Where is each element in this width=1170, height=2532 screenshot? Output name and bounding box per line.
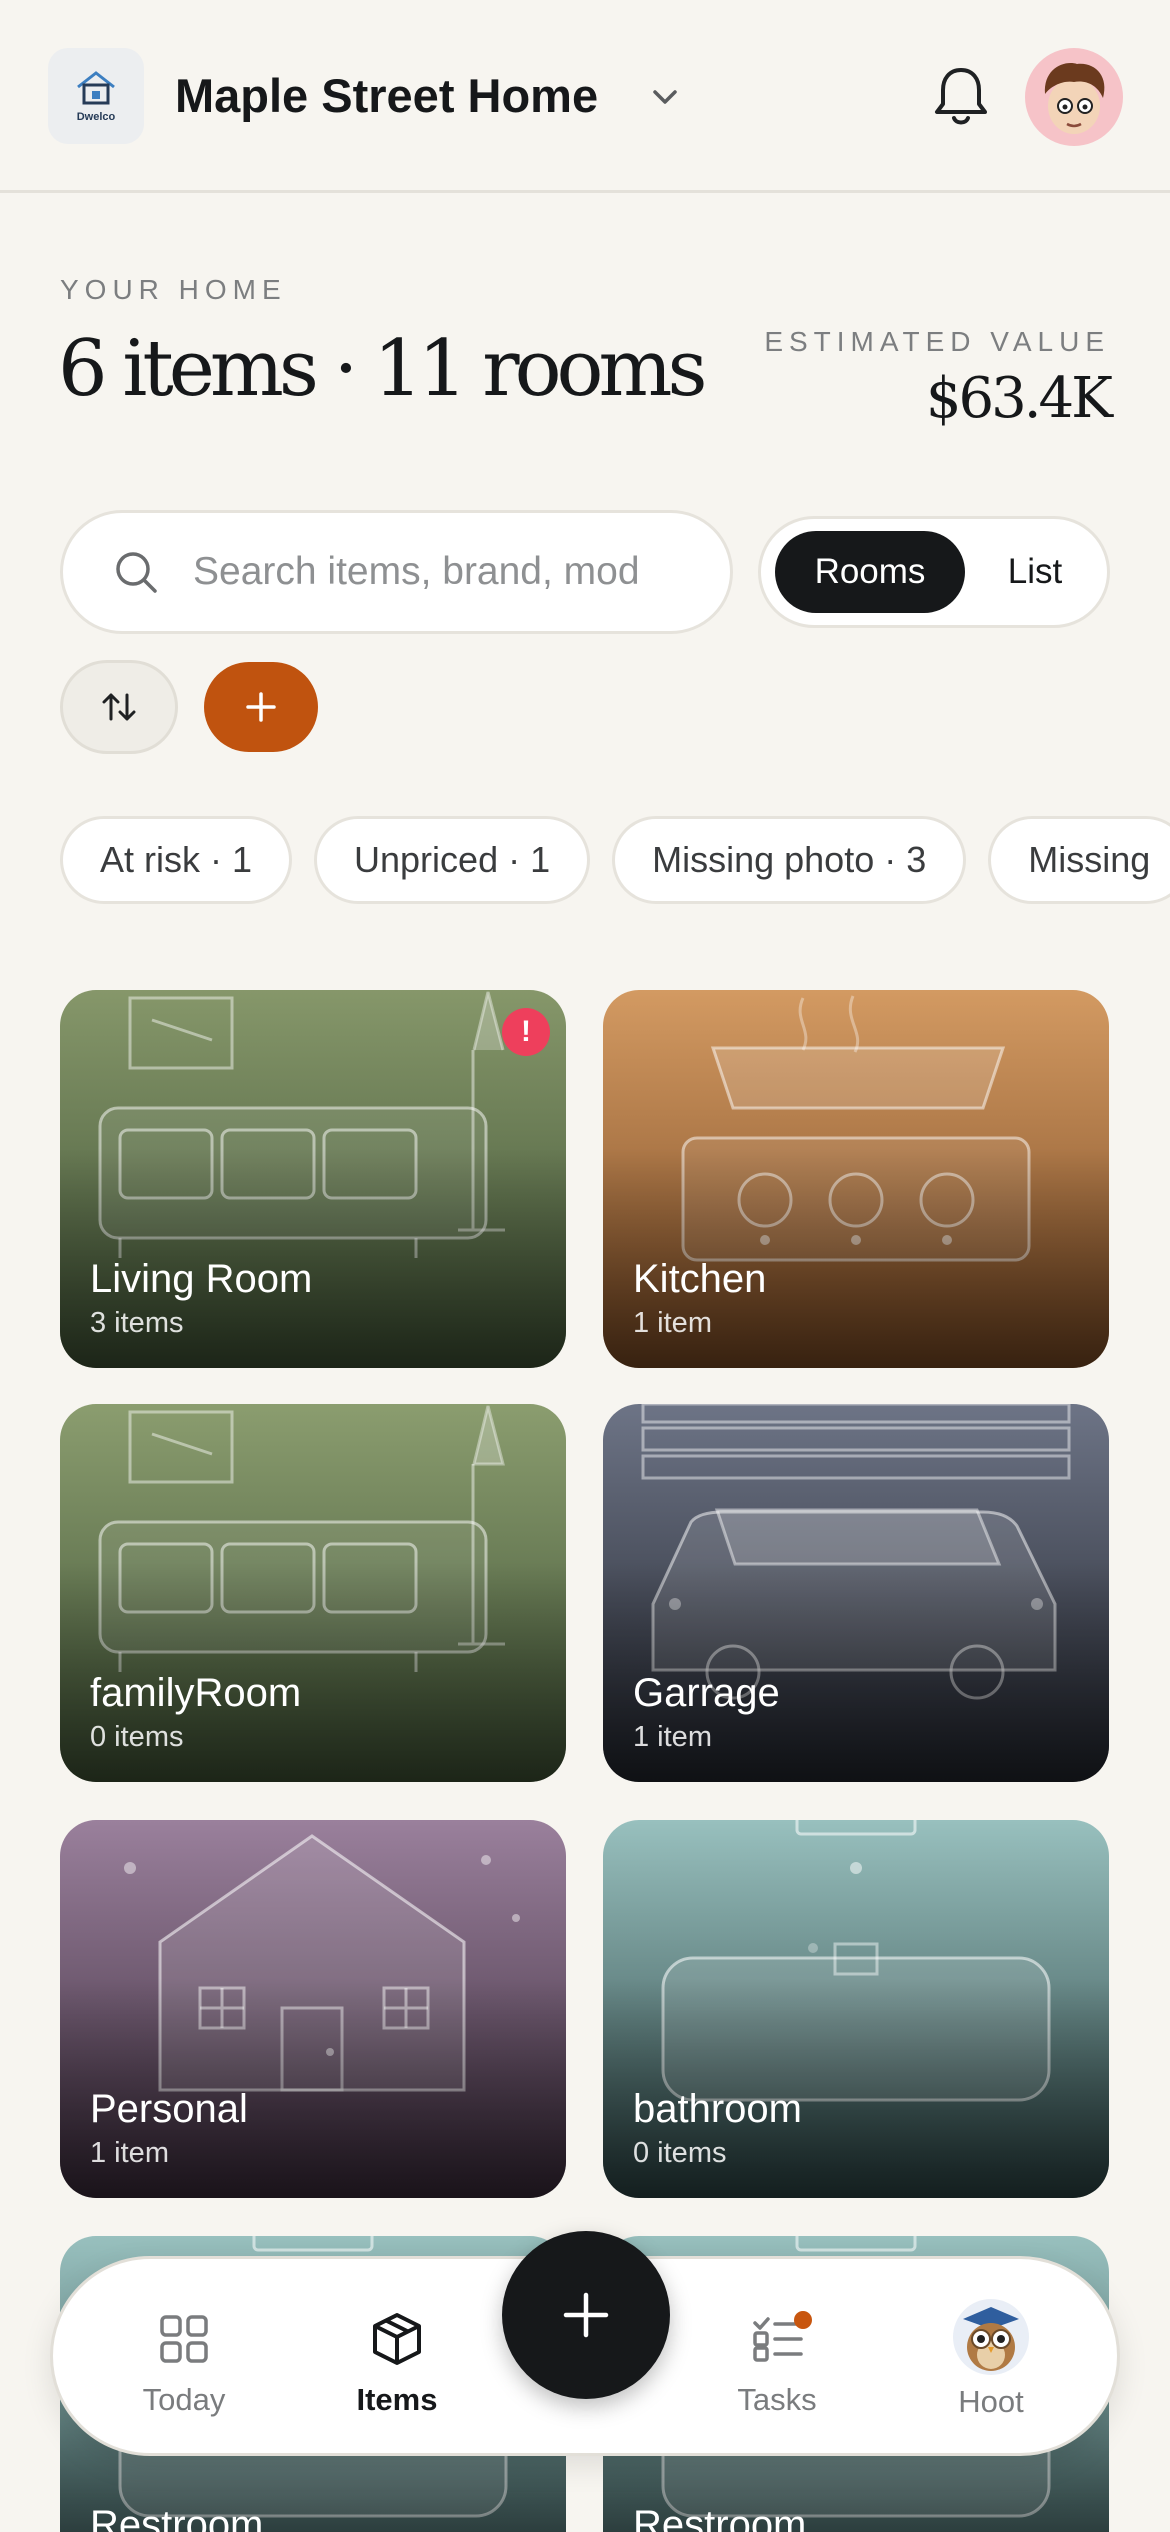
chip-missing[interactable]: Missing xyxy=(988,816,1170,904)
tasks-notification-dot xyxy=(794,2311,812,2329)
room-name: Kitchen xyxy=(633,1257,767,1301)
search-icon xyxy=(116,552,157,593)
room-item-count: 1 item xyxy=(633,1721,712,1753)
chevron-down-icon[interactable] xyxy=(648,80,682,114)
room-card-garrage[interactable]: Garrage 1 item xyxy=(603,1404,1109,1782)
room-name: Restroom xyxy=(633,2503,807,2532)
tab-items[interactable]: Items xyxy=(322,2311,472,2418)
tab-label: Hoot xyxy=(958,2384,1024,2419)
app-logo[interactable]: Dwelco xyxy=(48,48,144,144)
tab-label: Tasks xyxy=(737,2382,817,2417)
rooms-view-button[interactable]: Rooms xyxy=(775,531,965,613)
room-card-living-room[interactable]: ! Living Room 3 items xyxy=(60,990,566,1368)
top-bar: Dwelco Maple Street Home xyxy=(0,0,1170,193)
room-item-count: 0 items xyxy=(633,2137,727,2169)
room-item-count: 0 items xyxy=(90,1721,184,1753)
room-item-count: 1 item xyxy=(633,1307,712,1339)
user-avatar[interactable] xyxy=(1025,48,1123,146)
chip-unpriced[interactable]: Unpriced · 1 xyxy=(314,816,591,904)
room-card-bathroom[interactable]: bathroom 0 items xyxy=(603,1820,1109,2198)
sort-arrows-icon xyxy=(102,693,136,721)
quick-add-button[interactable] xyxy=(502,2231,670,2399)
logo-text: Dwelco xyxy=(76,111,116,123)
grid-icon xyxy=(160,2315,208,2363)
box-icon xyxy=(373,2313,421,2365)
tab-label: Items xyxy=(356,2382,438,2417)
add-item-button[interactable] xyxy=(204,662,318,752)
room-name: familyRoom xyxy=(90,1671,302,1715)
room-name: Restroom xyxy=(90,2503,264,2532)
room-card-personal[interactable]: Personal 1 item xyxy=(60,1820,566,2198)
home-selector-label[interactable]: Maple Street Home xyxy=(175,68,598,123)
house-logo-icon xyxy=(77,71,115,105)
room-name: bathroom xyxy=(633,2087,802,2131)
filter-chips: At risk · 1 Unpriced · 1 Missing photo · 3… xyxy=(60,816,1170,904)
estimated-value: $63.4K xyxy=(925,366,1113,431)
tab-today[interactable]: Today xyxy=(109,2311,259,2418)
room-item-count: 3 items xyxy=(90,1307,184,1339)
room-item-count: 1 item xyxy=(90,2137,169,2169)
summary-overline: YOUR HOME xyxy=(60,274,287,305)
room-name: Personal xyxy=(90,2087,248,2131)
summary-headline: 6 items · 11 rooms xyxy=(58,324,707,414)
bell-icon[interactable] xyxy=(930,62,992,130)
search-input[interactable]: Search items, brand, mod xyxy=(60,510,733,634)
avatar-face-icon xyxy=(1044,63,1105,134)
tab-tasks[interactable]: Tasks xyxy=(702,2311,852,2418)
tab-hoot[interactable]: Hoot xyxy=(916,2297,1066,2420)
room-card-kitchen[interactable]: Kitchen 1 item xyxy=(603,990,1109,1368)
sort-button[interactable] xyxy=(60,660,178,754)
list-view-button[interactable]: List xyxy=(975,531,1095,613)
plus-icon xyxy=(563,2292,609,2338)
owl-mascot-icon xyxy=(953,2299,1029,2375)
chip-at-risk[interactable]: At risk · 1 xyxy=(60,816,293,904)
estimated-value-label: ESTIMATED VALUE xyxy=(764,326,1110,357)
view-toggle: Rooms List xyxy=(758,516,1110,628)
plus-icon xyxy=(246,692,276,722)
room-name: Living Room xyxy=(90,1257,313,1301)
chip-missing-photo[interactable]: Missing photo · 3 xyxy=(612,816,967,904)
alert-badge: ! xyxy=(502,1008,550,1056)
search-placeholder: Search items, brand, mod xyxy=(193,550,640,593)
room-card-family-room[interactable]: familyRoom 0 items xyxy=(60,1404,566,1782)
tab-label: Today xyxy=(142,2382,226,2417)
room-name: Garrage xyxy=(633,1671,780,1715)
